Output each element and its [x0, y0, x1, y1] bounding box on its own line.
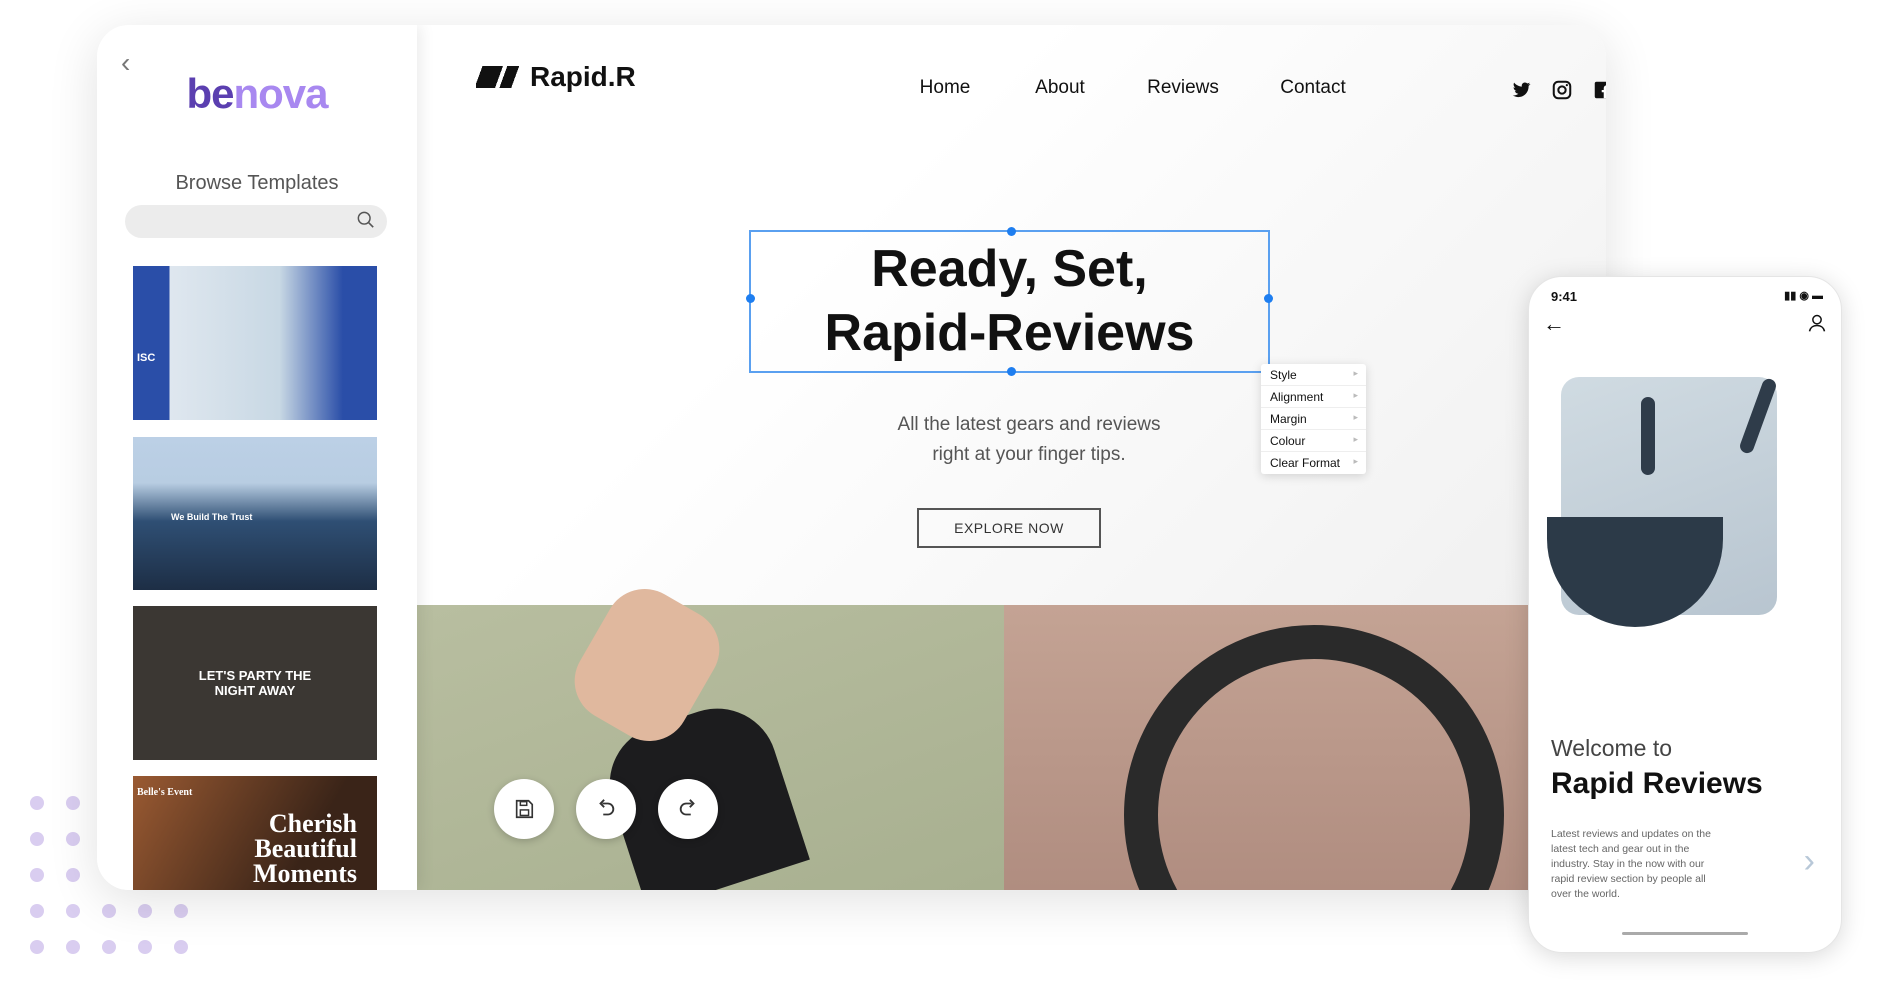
- nav-contact[interactable]: Contact: [1280, 77, 1345, 99]
- chevron-right-icon: ▸: [1353, 368, 1358, 378]
- template-thumbnail-event[interactable]: Belle's Event Cherish Beautiful Moments: [133, 776, 377, 890]
- site-logo[interactable]: Rapid.R: [476, 61, 636, 93]
- home-indicator: [1622, 932, 1748, 935]
- back-arrow-icon[interactable]: ←: [1543, 311, 1565, 337]
- decorative-dot: [174, 940, 188, 954]
- menu-item-clear-format[interactable]: Clear Format ▸: [1261, 452, 1366, 474]
- benova-logo: benova: [186, 70, 328, 117]
- save-icon: [515, 799, 534, 819]
- template-thumbnail-isc[interactable]: ISC: [133, 266, 377, 420]
- decorative-dot: [30, 868, 44, 882]
- browse-templates-title: Browse Templates: [175, 172, 339, 194]
- decorative-dot: [30, 940, 44, 954]
- decorative-dot: [174, 904, 188, 918]
- facebook-icon[interactable]: [1592, 79, 1606, 101]
- welcome-text: Welcome to: [1551, 735, 1673, 761]
- decorative-dot: [66, 832, 80, 846]
- decorative-dot: [138, 904, 152, 918]
- nav-reviews[interactable]: Reviews: [1147, 77, 1219, 99]
- site-preview: Rapid.R Home About Reviews Contact Ready…: [417, 25, 1606, 890]
- mobile-preview: 9:41 ▮▮ ◉ ▬ ← Welcome to Rapid Reviews L…: [1528, 276, 1842, 953]
- decorative-dot: [66, 868, 80, 882]
- chevron-right-icon: ▸: [1353, 412, 1358, 422]
- decorative-dot: [30, 796, 44, 810]
- menu-item-margin[interactable]: Margin ▸: [1261, 408, 1366, 430]
- chevron-right-icon[interactable]: ›: [1804, 842, 1815, 881]
- phone-title: Rapid Reviews: [1551, 767, 1763, 800]
- earbuds-image: [1547, 376, 1778, 627]
- decorative-dot: [30, 904, 44, 918]
- user-icon[interactable]: [1807, 313, 1827, 333]
- resize-handle[interactable]: [1007, 367, 1016, 376]
- gamepad-image: [417, 574, 1004, 890]
- hero-subtitle: All the latest gears and reviews right at…: [897, 414, 1161, 465]
- redo-icon: [679, 799, 695, 816]
- resize-handle[interactable]: [1007, 227, 1016, 236]
- headphones-image: [1004, 605, 1606, 890]
- template-thumbnail-party[interactable]: LET'S PARTY THE NIGHT AWAY: [133, 606, 377, 760]
- template-thumbnail-construction[interactable]: We Build The Trust: [133, 437, 377, 590]
- undo-icon: [599, 799, 615, 816]
- hero-heading[interactable]: Ready, Set, Rapid-Reviews: [749, 237, 1270, 365]
- undo-button[interactable]: [576, 779, 636, 839]
- redo-button[interactable]: [658, 779, 718, 839]
- status-icons: ▮▮ ◉ ▬: [1784, 290, 1823, 302]
- instagram-icon[interactable]: [1551, 79, 1573, 101]
- decorative-dot: [102, 940, 116, 954]
- menu-item-alignment[interactable]: Alignment ▸: [1261, 386, 1366, 408]
- editor-window: ‹ benova Browse Templates ISC We Build T…: [97, 25, 1606, 890]
- chevron-right-icon: ▸: [1353, 434, 1358, 444]
- decorative-dot: [138, 940, 152, 954]
- decorative-dot: [66, 796, 80, 810]
- decorative-dot: [102, 904, 116, 918]
- nav-about[interactable]: About: [1035, 77, 1085, 99]
- menu-item-colour[interactable]: Colour ▸: [1261, 430, 1366, 452]
- phone-description: Latest reviews and updates on the latest…: [1551, 828, 1711, 900]
- menu-item-style[interactable]: Style ▸: [1261, 364, 1366, 386]
- decorative-dot: [30, 832, 44, 846]
- chevron-right-icon: ▸: [1353, 390, 1358, 400]
- save-button[interactable]: [494, 779, 554, 839]
- twitter-icon[interactable]: [1510, 79, 1532, 101]
- template-search-input[interactable]: [125, 205, 387, 238]
- explore-now-button[interactable]: EXPLORE NOW: [917, 508, 1101, 548]
- chevron-right-icon: ▸: [1353, 456, 1358, 466]
- status-time: 9:41: [1551, 289, 1578, 304]
- search-icon: [357, 211, 374, 228]
- decorative-dot: [66, 904, 80, 918]
- template-sidebar: ‹ benova Browse Templates ISC We Build T…: [97, 25, 417, 890]
- decorative-dot: [66, 940, 80, 954]
- logo-mark-icon: [476, 66, 522, 88]
- nav-home[interactable]: Home: [920, 77, 971, 99]
- format-context-menu: Style ▸ Alignment ▸ Margin ▸ Colour ▸ Clear …: [1261, 364, 1366, 474]
